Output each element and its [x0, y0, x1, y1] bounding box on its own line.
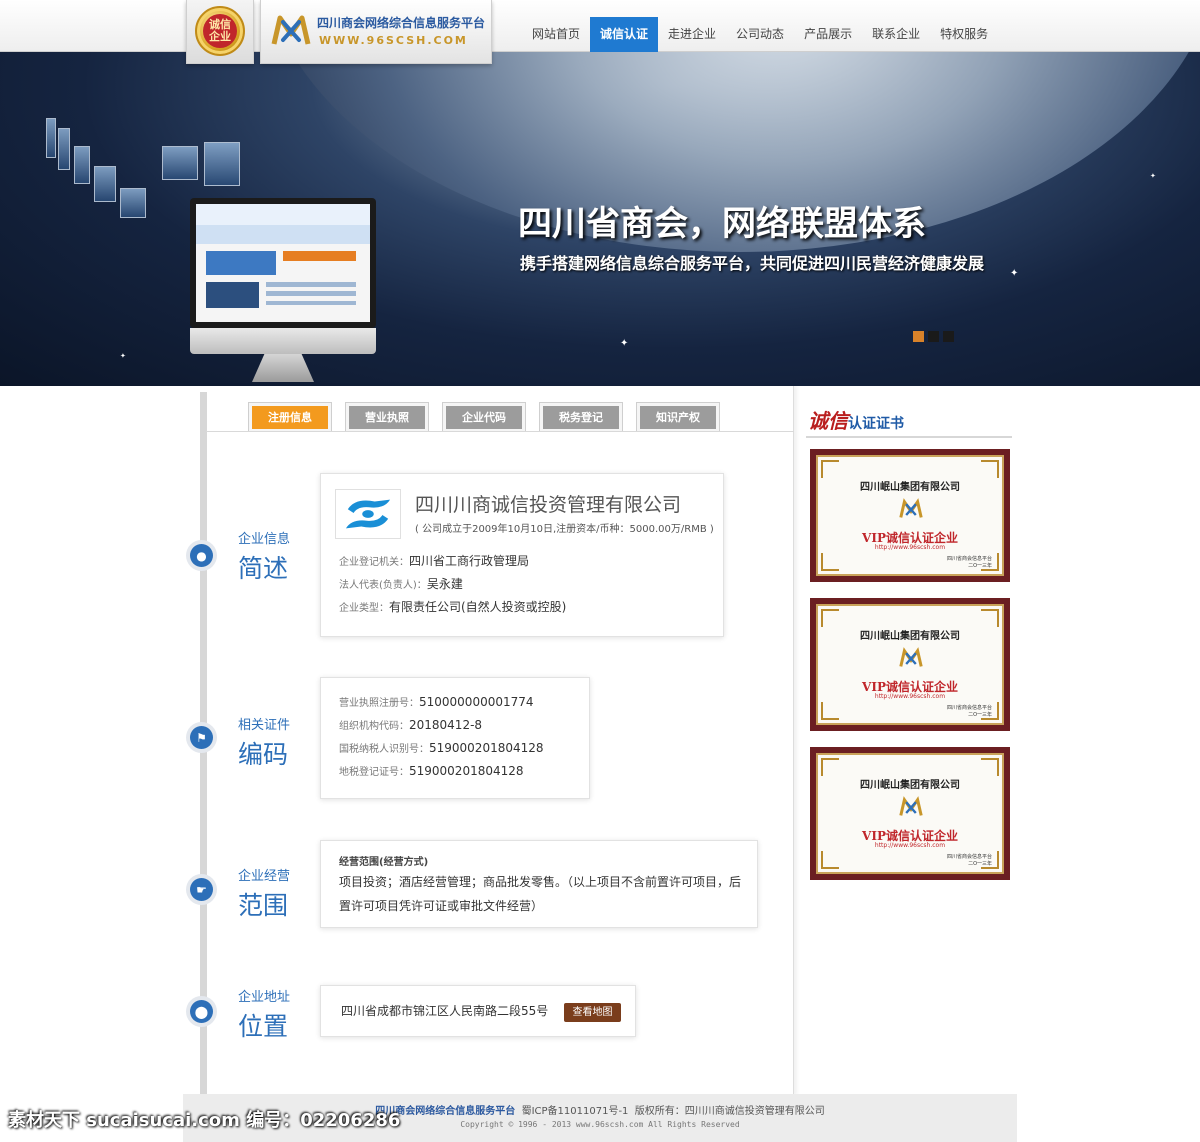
- certificate-codes-card: 营业执照注册号：510000000001774 组织机构代码：20180412-…: [320, 677, 590, 799]
- certificates-heading-text: 认证证书: [848, 416, 904, 432]
- nav-contact[interactable]: 联系企业: [862, 17, 930, 52]
- tab-intellectual-property[interactable]: 知识产权: [636, 402, 720, 432]
- seal-text-bottom: 企业: [209, 30, 231, 43]
- summary-row-type: 企业类型：有限责任公司(自然人投资或控股): [339, 600, 567, 614]
- slide-dot-3[interactable]: [943, 331, 954, 342]
- header: 网站首页 诚信认证 走进企业 公司动态 产品展示 联系企业 特权服务: [0, 0, 1200, 52]
- slide-dot-2[interactable]: [928, 331, 939, 342]
- company-logo: [335, 489, 401, 539]
- tab-tax-registration[interactable]: 税务登记: [539, 402, 623, 432]
- monitor-image: [190, 198, 376, 384]
- code-row-local-tax: 地税登记证号：519000201804128: [339, 764, 524, 778]
- codes-label: 相关证件 编码: [238, 714, 290, 771]
- certificate-issuer: 四川省商会信息平台 二O一三年: [946, 556, 992, 569]
- company-name: 四川川商诚信投资管理有限公司: [415, 494, 682, 516]
- main-nav: 网站首页 诚信认证 走进企业 公司动态 产品展示 联系企业 特权服务: [522, 17, 998, 52]
- certificate-company: 四川岷山集团有限公司: [860, 482, 960, 493]
- credit-seal-icon: 诚信 企业: [195, 6, 245, 56]
- nav-products[interactable]: 产品展示: [794, 17, 862, 52]
- location-label: 企业地址 位置: [238, 986, 290, 1043]
- summary-rows: 企业登记机关：四川省工商行政管理局 法人代表(负责人)：吴永建 企业类型：有限责…: [339, 550, 566, 619]
- location-pin-icon: ⬤: [186, 996, 217, 1027]
- address-card: 四川省成都市锦江区人民南路二段55号 查看地图: [320, 985, 636, 1037]
- tab-label: 知识产权: [640, 406, 716, 429]
- certificate-url: http://www.96scsh.com: [874, 693, 946, 700]
- slide-dot-1[interactable]: [913, 331, 924, 342]
- nav-credit-certification[interactable]: 诚信认证: [590, 17, 659, 52]
- banner-subtitle: 携手搭建网络信息综合服务平台，共同促进四川民营经济健康发展: [520, 254, 985, 273]
- codes-label-small: 相关证件: [238, 718, 291, 733]
- certificate-card[interactable]: 四川岷山集团有限公司 VIP诚信认证企业 http://www.96scsh.c…: [810, 747, 1010, 880]
- footer-icp[interactable]: 蜀ICP备11011071号-1: [522, 1106, 629, 1117]
- nav-company-news[interactable]: 公司动态: [726, 17, 794, 52]
- business-scope-card: 经营范围(经营方式) 项目投资；酒店经营管理；商品批发零售。（以上项目不含前置许…: [320, 840, 758, 928]
- person-icon: ●: [186, 540, 217, 571]
- scope-label-small: 企业经营: [238, 869, 291, 884]
- certificate-issuer: 四川省商会信息平台 二O一三年: [946, 705, 992, 718]
- logo-url: WWW.96SCSH.COM: [319, 34, 468, 47]
- code-row-national-tax: 国税纳税人识别号：519000201804128: [339, 741, 544, 755]
- company-summary-card: 四川川商诚信投资管理有限公司 ( 公司成立于2009年10月10日,注册资本/币…: [320, 473, 724, 637]
- summary-row-authority: 企业登记机关：四川省工商行政管理局: [339, 554, 530, 568]
- site-logo[interactable]: 四川商会网络综合信息服务平台 WWW.96SCSH.COM: [260, 0, 492, 64]
- company-founding-note: ( 公司成立于2009年10月10日,注册资本/币种：5000.00万/RMB …: [415, 524, 714, 535]
- hero-banner: ✦ ✦ ✦ ✦ 四川省商会，网络联盟体系 携手搭建网络信息综合服务平台，共同促进…: [0, 52, 1200, 386]
- nav-home[interactable]: 网站首页: [522, 17, 590, 52]
- certificates-heading-script: 诚信: [808, 409, 848, 433]
- tab-label: 税务登记: [543, 406, 619, 429]
- location-label-big: 位置: [238, 1012, 289, 1041]
- pointing-hand-icon: ☛: [186, 874, 217, 905]
- summary-label-big: 简述: [238, 554, 289, 583]
- tab-registration-info[interactable]: 注册信息: [248, 402, 332, 432]
- certificate-logo-icon: [899, 498, 923, 518]
- certificate-logo-icon: [899, 647, 923, 667]
- certificate-url: http://www.96scsh.com: [874, 842, 946, 849]
- flag-icon: ⚑: [186, 722, 217, 753]
- certificate-company: 四川岷山集团有限公司: [860, 631, 960, 642]
- star-icon: ✦: [1010, 268, 1019, 279]
- star-icon: ✦: [620, 338, 629, 349]
- scope-text: 项目投资；酒店经营管理；商品批发零售。（以上项目不含前置许可项目，后置许可项目凭…: [339, 875, 742, 913]
- certificate-card[interactable]: 四川岷山集团有限公司 VIP诚信认证企业 http://www.96scsh.c…: [810, 449, 1010, 582]
- summary-label: 企业信息 简述: [238, 528, 290, 585]
- code-row-license: 营业执照注册号：510000000001774: [339, 695, 534, 709]
- sidebar-divider: [806, 436, 1012, 438]
- company-address: 四川省成都市锦江区人民南路二段55号: [341, 1004, 549, 1018]
- page: 网站首页 诚信认证 走进企业 公司动态 产品展示 联系企业 特权服务 诚信 企业…: [0, 0, 1200, 1142]
- scope-label: 企业经营 范围: [238, 865, 290, 922]
- tab-label: 营业执照: [349, 406, 425, 429]
- tab-enterprise-code[interactable]: 企业代码: [442, 402, 526, 432]
- credit-seal-box: 诚信 企业: [186, 0, 254, 64]
- certificate-url: http://www.96scsh.com: [874, 544, 946, 551]
- scope-heading: 经营范围(经营方式): [339, 857, 429, 868]
- tab-label: 企业代码: [446, 406, 522, 429]
- certificate-card[interactable]: 四川岷山集团有限公司 VIP诚信认证企业 http://www.96scsh.c…: [810, 598, 1010, 731]
- certificate-logo-icon: [899, 796, 923, 816]
- summary-label-small: 企业信息: [238, 532, 291, 547]
- slide-indicator: [913, 331, 954, 342]
- star-icon: ✦: [120, 352, 126, 360]
- nav-enterprise[interactable]: 走进企业: [658, 17, 726, 52]
- codes-label-big: 编码: [238, 740, 289, 769]
- view-map-button[interactable]: 查看地图: [564, 1003, 621, 1022]
- footer-owner: 版权所有：四川川商诚信投资管理有限公司: [634, 1106, 825, 1117]
- code-row-org: 组织机构代码：20180412-8: [339, 718, 483, 732]
- certificate-issuer: 四川省商会信息平台 二O一三年: [946, 854, 992, 867]
- certificate-company: 四川岷山集团有限公司: [860, 780, 960, 791]
- company-logo-icon: [345, 499, 391, 529]
- tab-label: 注册信息: [252, 406, 328, 429]
- location-label-small: 企业地址: [238, 990, 291, 1005]
- scope-label-big: 范围: [238, 891, 289, 920]
- star-icon: ✦: [1150, 172, 1156, 180]
- tab-business-license[interactable]: 营业执照: [345, 402, 429, 432]
- banner-title: 四川省商会，网络联盟体系: [518, 204, 926, 244]
- summary-row-legal-rep: 法人代表(负责人)：吴永建: [339, 577, 463, 591]
- watermark-text: 素材天下 sucaisucai.com 编号：02206286: [8, 1110, 401, 1131]
- nav-privilege-services[interactable]: 特权服务: [930, 17, 998, 52]
- info-tabs: 注册信息 营业执照 企业代码 税务登记 知识产权: [248, 402, 720, 432]
- logo-title: 四川商会网络综合信息服务平台: [317, 16, 486, 30]
- tab-divider: [206, 431, 794, 432]
- certificates-heading: 诚信认证证书: [808, 405, 904, 434]
- logo-mark-icon: [271, 15, 311, 45]
